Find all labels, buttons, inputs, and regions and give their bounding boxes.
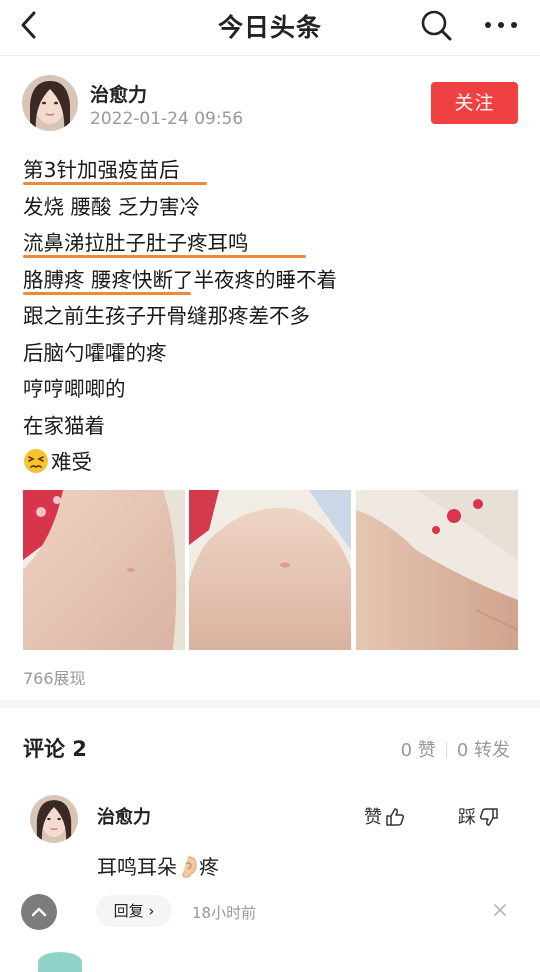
post-line-text: 胳膊疼 腰疼快断了半夜疼的睡不着 [23,267,338,292]
impressions-count: 766展现 [23,669,86,688]
post-line-text: 后脑勺嚯嚯的疼 [23,340,167,365]
dislike-label: 踩 [458,807,476,828]
post-body: 第3针加强疫苗后 发烧 腰酸 乏力害冷 流鼻涕拉肚子肚子疼耳鸣 胳膊疼 腰疼快断… [23,152,523,481]
like-label: 赞 [364,807,382,828]
scroll-to-top-button[interactable] [21,894,57,930]
post-line-text: 第3针加强疫苗后 [23,158,180,182]
section-divider [0,700,540,708]
post-line: 胳膊疼 腰疼快断了半夜疼的睡不着 [23,262,523,299]
post-line: 发烧 腰酸 乏力害冷 [23,189,523,226]
post-timestamp: 2022-01-24 09:56 [90,109,244,129]
chevron-up-icon [31,907,47,917]
comment-text-part: 耳鸣耳朵 [97,855,177,879]
post-line: 后脑勺嚯嚯的疼 [23,335,523,372]
post-line: 流鼻涕拉肚子肚子疼耳鸣 [23,225,523,262]
post-line: 跟之前生孩子开骨缝那疼差不多 [23,298,523,335]
comments-title: 评论 2 [23,737,87,761]
highlight-underline [23,255,306,258]
post-photo[interactable] [356,490,518,650]
comment-text-part: 疼 [199,855,219,879]
top-nav-bar: 今日头条 [0,0,540,50]
post-photo[interactable] [189,490,351,650]
persevering-face-emoji [24,449,48,473]
post-line: 第3针加强疫苗后 [23,152,523,189]
post-line-text: 在家猫着 [23,413,105,438]
comment-author[interactable]: 治愈力 [97,803,151,829]
reply-button[interactable]: 回复 › [96,895,172,927]
comment-like-button[interactable]: 赞 [364,803,405,829]
comment-dislike-button[interactable]: 踩 [458,803,499,829]
author-avatar[interactable] [22,75,78,131]
post-line-text: 发烧 腰酸 乏力害冷 [23,194,201,219]
next-comment-avatar[interactable] [38,952,82,972]
comment-time: 18小时前 [192,904,257,922]
search-icon[interactable] [418,7,454,43]
post-line-text: 难受 [51,450,92,474]
ear-emoji [182,856,197,878]
thumbs-down-icon [479,808,498,826]
author-name[interactable]: 治愈力 [90,80,147,107]
stats-separator [445,742,447,758]
comment-text: 耳鸣耳朵 疼 [97,851,219,880]
comment-avatar[interactable] [30,795,78,843]
thumbs-up-icon [386,808,405,826]
follow-button[interactable]: 关注 [431,82,518,124]
post-stats: 0 赞 0 转发 [401,736,510,762]
app-title: 今日头条 [217,13,322,42]
shares-count[interactable]: 0 转发 [457,740,510,761]
nav-divider [0,55,540,56]
close-icon[interactable] [492,902,508,918]
photo-grid [23,490,518,650]
post-photo[interactable] [23,490,185,650]
post-line: 哼哼唧唧的 [23,371,523,408]
post-line: 难受 [23,444,523,481]
more-dots-icon[interactable] [480,8,522,42]
post-line-text: 哼哼唧唧的 [23,377,126,401]
post-line-text: 跟之前生孩子开骨缝那疼差不多 [23,304,310,328]
post-line: 在家猫着 [23,408,523,445]
highlight-underline [23,182,207,185]
post-line-text: 流鼻涕拉肚子肚子疼耳鸣 [23,231,249,255]
likes-count[interactable]: 0 赞 [401,740,436,761]
highlight-underline [23,291,191,295]
